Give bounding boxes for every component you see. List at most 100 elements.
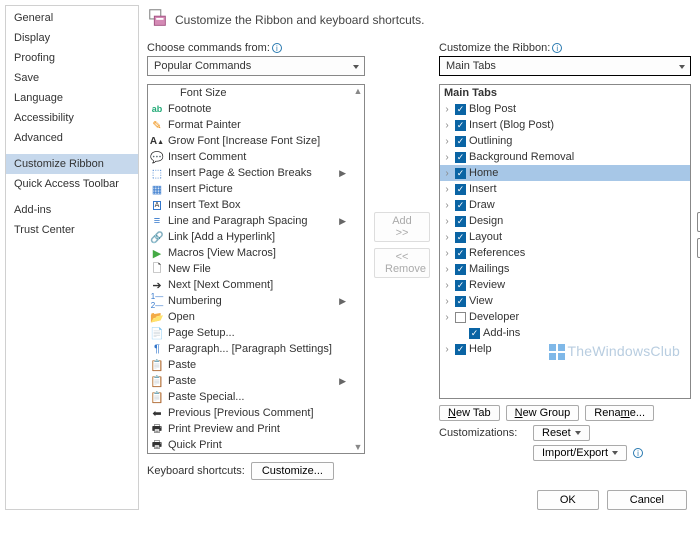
tree-item-blog-post[interactable]: ›✓Blog Post bbox=[440, 101, 690, 117]
sidebar-item-display[interactable]: Display bbox=[6, 28, 138, 48]
checkbox[interactable]: ✓ bbox=[455, 296, 466, 307]
expand-icon[interactable]: › bbox=[442, 120, 452, 131]
sidebar-item-save[interactable]: Save bbox=[6, 68, 138, 88]
ribbon-tree[interactable]: Main Tabs ›✓Blog Post›✓Insert (Blog Post… bbox=[439, 84, 691, 399]
sidebar-item-proofing[interactable]: Proofing bbox=[6, 48, 138, 68]
ok-button[interactable]: OK bbox=[537, 490, 599, 510]
expand-icon[interactable]: › bbox=[442, 184, 452, 195]
command-item[interactable]: AInsert Text Box bbox=[148, 197, 352, 213]
sidebar-item-accessibility[interactable]: Accessibility bbox=[6, 108, 138, 128]
info-icon[interactable]: i bbox=[633, 448, 643, 458]
tree-item-view[interactable]: ›✓View bbox=[440, 293, 690, 309]
command-item[interactable]: 1—2—Numbering▶ bbox=[148, 293, 352, 309]
sidebar-item-customize-ribbon[interactable]: Customize Ribbon bbox=[6, 154, 138, 174]
tree-item-design[interactable]: ›✓Design bbox=[440, 213, 690, 229]
expand-icon[interactable]: › bbox=[442, 280, 452, 291]
checkbox[interactable]: ✓ bbox=[455, 184, 466, 195]
command-item[interactable]: ▶Macros [View Macros] bbox=[148, 245, 352, 261]
command-item[interactable]: 📄Page Setup... bbox=[148, 325, 352, 341]
import-export-button[interactable]: Import/Export bbox=[533, 445, 627, 461]
cancel-button[interactable]: Cancel bbox=[607, 490, 687, 510]
tree-item-add-ins[interactable]: ✓Add-ins bbox=[440, 325, 690, 341]
checkbox[interactable]: ✓ bbox=[455, 264, 466, 275]
sidebar-item-quick-access-toolbar[interactable]: Quick Access Toolbar bbox=[6, 174, 138, 194]
expand-icon[interactable]: › bbox=[442, 136, 452, 147]
checkbox[interactable]: ✓ bbox=[469, 328, 480, 339]
command-item[interactable]: 🖶Print Preview and Print bbox=[148, 421, 352, 437]
checkbox[interactable]: ✓ bbox=[455, 104, 466, 115]
checkbox[interactable]: ✓ bbox=[455, 280, 466, 291]
new-tab-button[interactable]: New Tab bbox=[439, 405, 500, 421]
command-item[interactable]: ⬚Insert Page & Section Breaks▶ bbox=[148, 165, 352, 181]
command-item[interactable]: 📂Open bbox=[148, 309, 352, 325]
expand-icon[interactable]: › bbox=[442, 344, 452, 355]
checkbox[interactable]: ✓ bbox=[455, 248, 466, 259]
sidebar-item-language[interactable]: Language bbox=[6, 88, 138, 108]
tree-item-insert[interactable]: ›✓Insert bbox=[440, 181, 690, 197]
checkbox[interactable] bbox=[455, 312, 466, 323]
command-item[interactable]: 📋Paste bbox=[148, 357, 352, 373]
tree-item-outlining[interactable]: ›✓Outlining bbox=[440, 133, 690, 149]
sidebar-item-general[interactable]: General bbox=[6, 8, 138, 28]
remove-button[interactable]: << Remove bbox=[374, 248, 430, 278]
checkbox[interactable]: ✓ bbox=[455, 216, 466, 227]
customize-ribbon-combo[interactable]: Main Tabs bbox=[439, 56, 691, 76]
tree-item-draw[interactable]: ›✓Draw bbox=[440, 197, 690, 213]
scroll-up-icon[interactable]: ▲ bbox=[353, 86, 363, 96]
checkbox[interactable]: ✓ bbox=[455, 120, 466, 131]
command-item[interactable]: 💬Insert Comment bbox=[148, 149, 352, 165]
command-item[interactable]: ▦Insert Picture bbox=[148, 181, 352, 197]
expand-icon[interactable]: › bbox=[442, 104, 452, 115]
command-item[interactable]: ¶Paragraph... [Paragraph Settings] bbox=[148, 341, 352, 357]
expand-icon[interactable]: › bbox=[442, 168, 452, 179]
checkbox[interactable]: ✓ bbox=[455, 344, 466, 355]
command-item[interactable]: 🗋New File bbox=[148, 261, 352, 277]
scroll-down-icon[interactable]: ▼ bbox=[353, 442, 363, 452]
add-button[interactable]: Add >> bbox=[374, 212, 430, 242]
command-item[interactable]: abFootnote bbox=[148, 101, 352, 117]
commands-listbox[interactable]: ▲ Font SizeabFootnote✎Format PainterA▲Gr… bbox=[147, 84, 365, 454]
command-item[interactable]: ✎Format Painter bbox=[148, 117, 352, 133]
expand-icon[interactable]: › bbox=[442, 312, 452, 323]
expand-icon[interactable]: › bbox=[442, 152, 452, 163]
tree-item-mailings[interactable]: ›✓Mailings bbox=[440, 261, 690, 277]
command-item[interactable]: ➔Next [Next Comment] bbox=[148, 277, 352, 293]
checkbox[interactable]: ✓ bbox=[455, 152, 466, 163]
command-item[interactable]: A▲Grow Font [Increase Font Size] bbox=[148, 133, 352, 149]
sidebar-item-advanced[interactable]: Advanced bbox=[6, 128, 138, 148]
command-item[interactable]: 📋Paste▶ bbox=[148, 373, 352, 389]
command-item[interactable]: ≡Line and Paragraph Spacing▶ bbox=[148, 213, 352, 229]
reset-button[interactable]: Reset bbox=[533, 425, 590, 441]
tree-item-references[interactable]: ›✓References bbox=[440, 245, 690, 261]
tree-item-developer[interactable]: ›Developer bbox=[440, 309, 690, 325]
command-item[interactable]: 🖶Quick Print bbox=[148, 437, 352, 453]
info-icon[interactable]: i bbox=[272, 43, 282, 53]
command-item[interactable]: ⬅Previous [Previous Comment] bbox=[148, 405, 352, 421]
info-icon[interactable]: i bbox=[552, 43, 562, 53]
rename-button[interactable]: Rename... bbox=[585, 405, 654, 421]
tree-item-background-removal[interactable]: ›✓Background Removal bbox=[440, 149, 690, 165]
sidebar-item-trust-center[interactable]: Trust Center bbox=[6, 220, 138, 240]
command-item[interactable]: Font Size bbox=[148, 85, 352, 101]
customize-shortcuts-button[interactable]: Customize... bbox=[251, 462, 334, 480]
tree-item-layout[interactable]: ›✓Layout bbox=[440, 229, 690, 245]
checkbox[interactable]: ✓ bbox=[455, 200, 466, 211]
expand-icon[interactable]: › bbox=[442, 232, 452, 243]
choose-commands-combo[interactable]: Popular Commands bbox=[147, 56, 365, 76]
new-group-button[interactable]: New Group bbox=[506, 405, 580, 421]
checkbox[interactable]: ✓ bbox=[455, 136, 466, 147]
tree-item-home[interactable]: ›✓Home bbox=[440, 165, 690, 181]
command-item[interactable]: 📋Paste Special... bbox=[148, 389, 352, 405]
tree-item-review[interactable]: ›✓Review bbox=[440, 277, 690, 293]
sidebar-item-add-ins[interactable]: Add-ins bbox=[6, 200, 138, 220]
expand-icon[interactable]: › bbox=[442, 264, 452, 275]
checkbox[interactable]: ✓ bbox=[455, 168, 466, 179]
expand-icon[interactable]: › bbox=[442, 216, 452, 227]
expand-icon[interactable]: › bbox=[442, 200, 452, 211]
expand-icon[interactable]: › bbox=[442, 296, 452, 307]
tree-item-insert-blog-post-[interactable]: ›✓Insert (Blog Post) bbox=[440, 117, 690, 133]
command-item[interactable]: 🔗Link [Add a Hyperlink] bbox=[148, 229, 352, 245]
expand-icon[interactable]: › bbox=[442, 248, 452, 259]
tree-item-help[interactable]: ›✓Help bbox=[440, 341, 690, 357]
checkbox[interactable]: ✓ bbox=[455, 232, 466, 243]
